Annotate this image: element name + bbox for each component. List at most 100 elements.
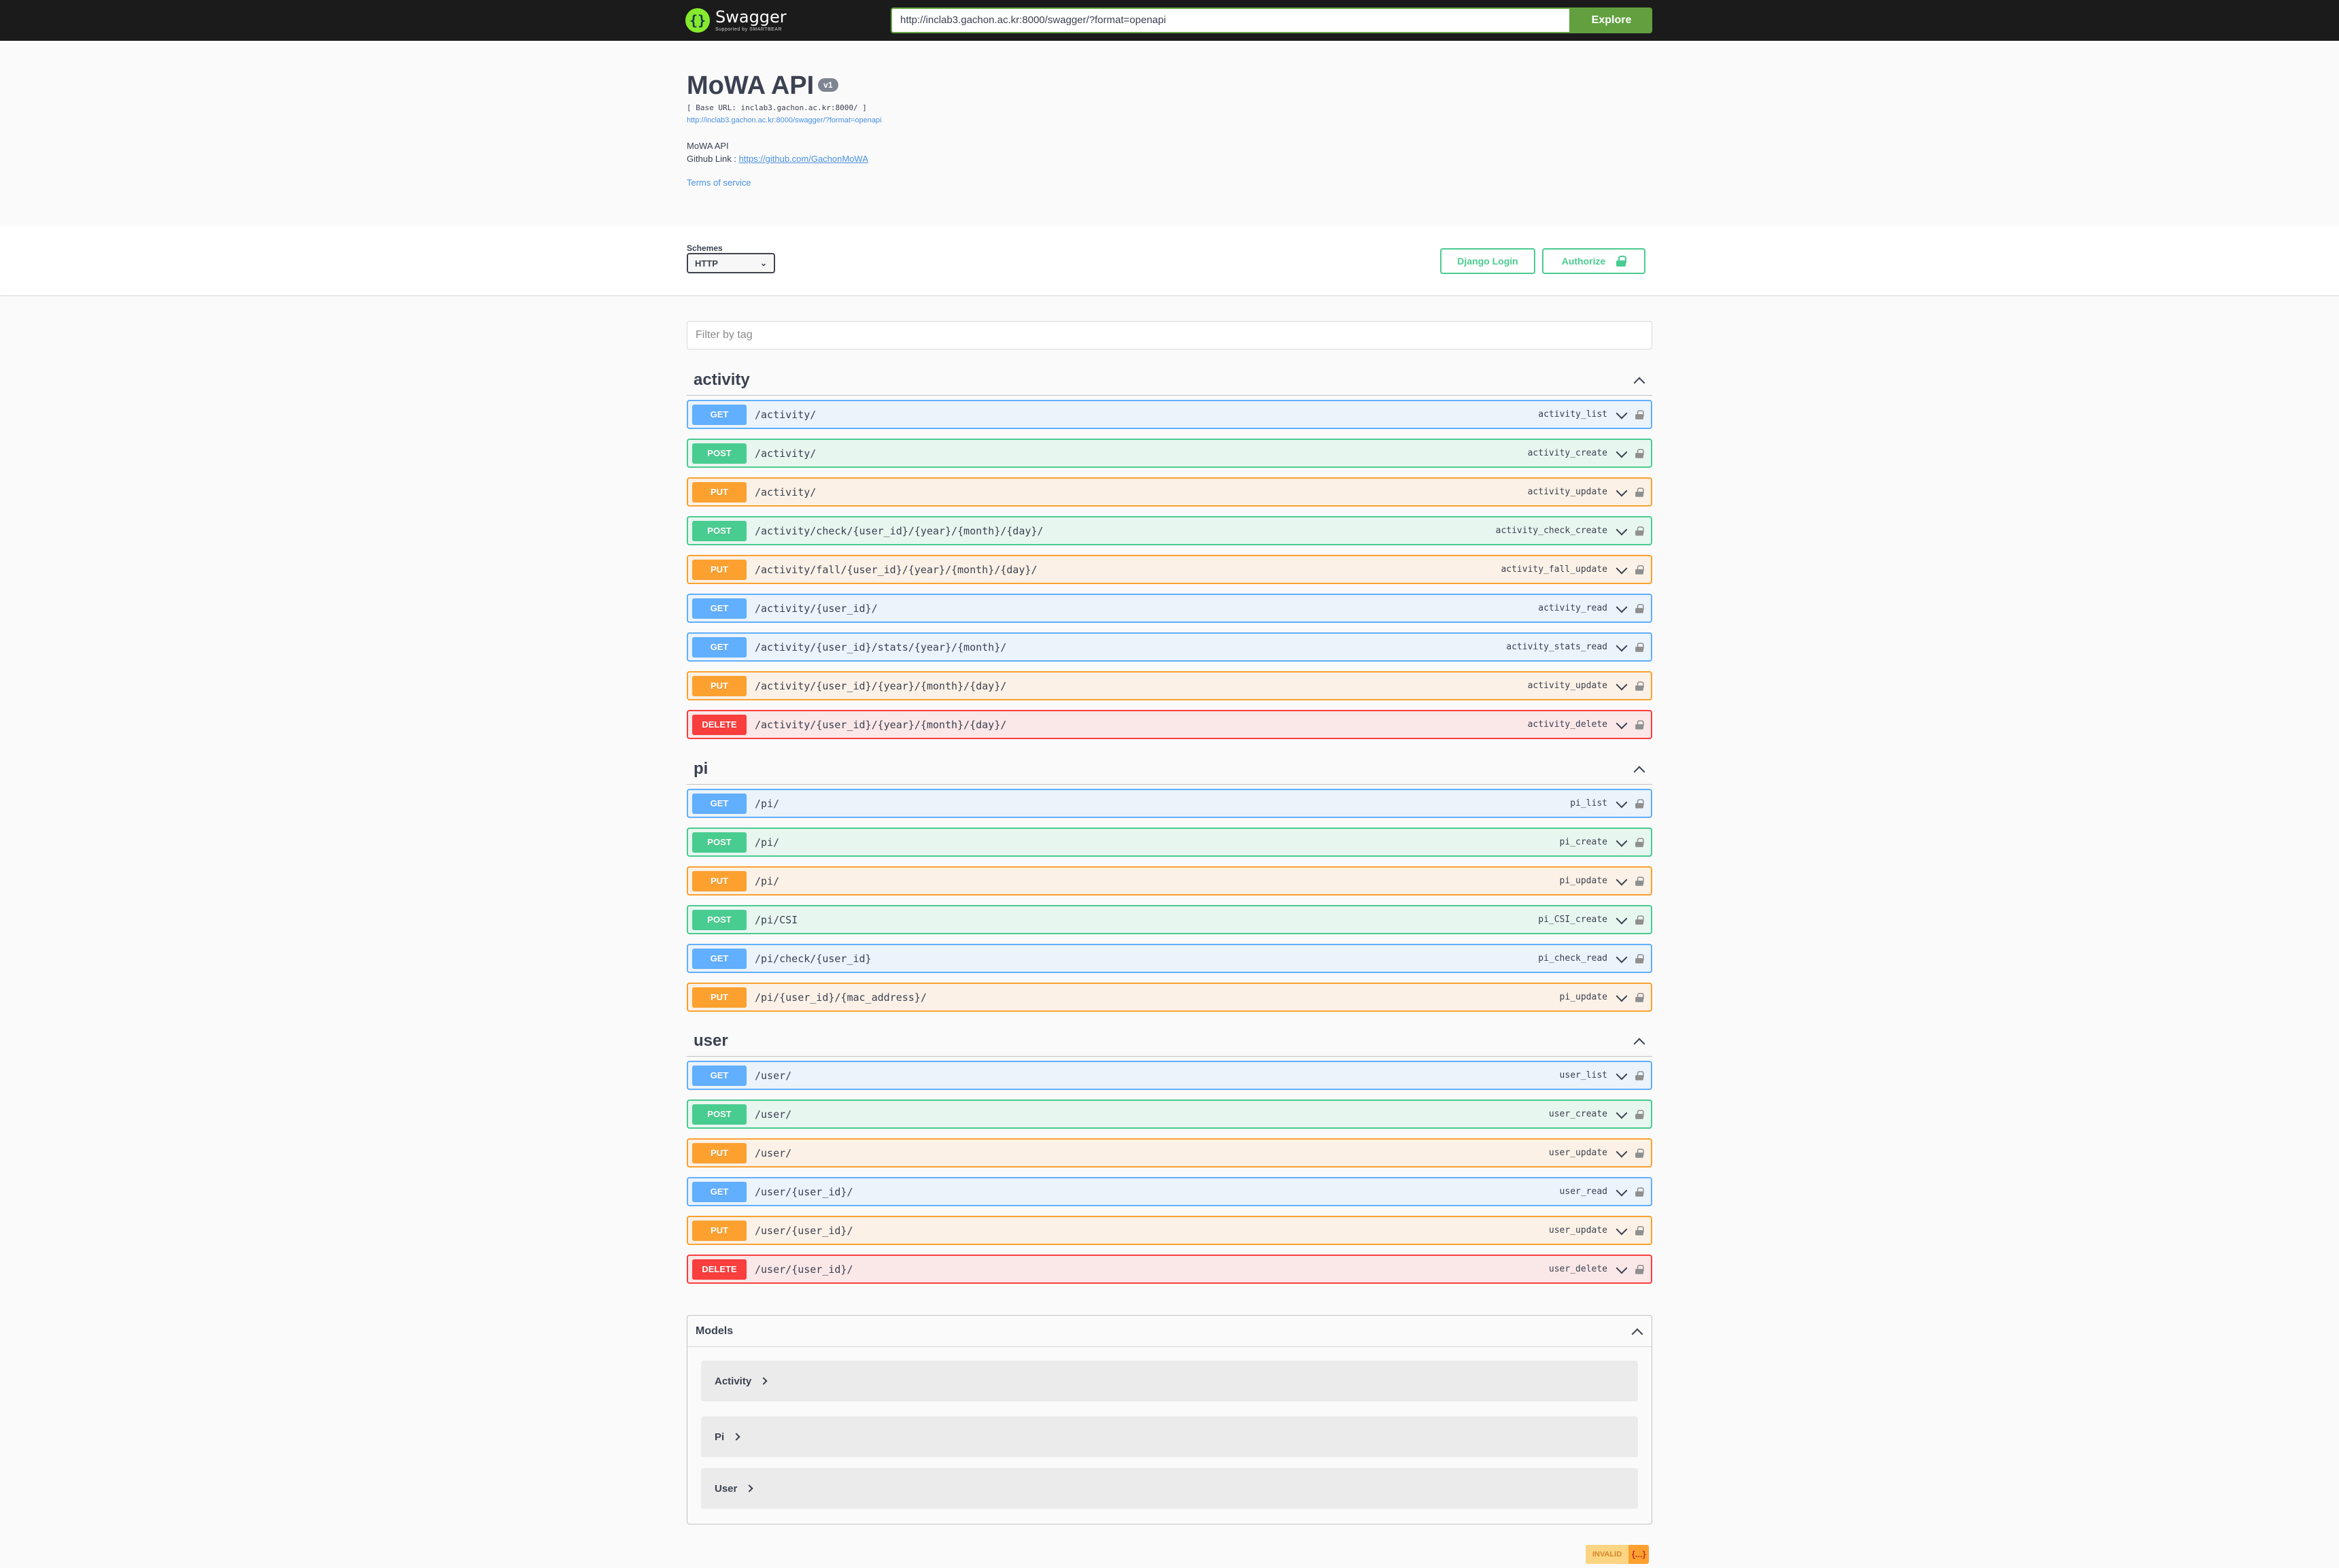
- chevron-down-icon[interactable]: [1614, 524, 1628, 538]
- operation-path: /activity/fall/{user_id}/{year}/{month}/…: [755, 563, 1038, 576]
- model-pi[interactable]: Pi: [701, 1416, 1638, 1457]
- lock-icon[interactable]: [1635, 1070, 1644, 1080]
- lock-icon[interactable]: [1635, 992, 1644, 1002]
- operation-id: activity_create: [1527, 448, 1607, 458]
- chevron-down-icon[interactable]: [1614, 447, 1628, 460]
- chevron-down-icon[interactable]: [1614, 1185, 1628, 1199]
- chevron-down-icon[interactable]: [1614, 1224, 1628, 1238]
- operation-row[interactable]: PUT/user/user_update: [687, 1138, 1652, 1168]
- operation-row[interactable]: GET/pi/pi_list: [687, 789, 1652, 818]
- chevron-down-icon[interactable]: [1614, 913, 1628, 927]
- operation-row[interactable]: POST/user/user_create: [687, 1100, 1652, 1129]
- operation-row[interactable]: PUT/activity/{user_id}/{year}/{month}/{d…: [687, 671, 1652, 700]
- lock-icon[interactable]: [1635, 915, 1644, 925]
- chevron-down-icon[interactable]: [1614, 602, 1628, 615]
- lock-icon[interactable]: [1635, 798, 1644, 808]
- chevron-down-icon[interactable]: [1614, 679, 1628, 693]
- chevron-down-icon[interactable]: [1614, 1263, 1628, 1276]
- spec-link[interactable]: http://inclab3.gachon.ac.kr:8000/swagger…: [687, 116, 1652, 124]
- operation-row[interactable]: PUT/pi/pi_update: [687, 866, 1652, 896]
- lock-icon[interactable]: [1635, 1148, 1644, 1158]
- schemes-select[interactable]: HTTP ⌄: [687, 253, 775, 273]
- schemes-selected: HTTP: [695, 258, 718, 269]
- lock-icon[interactable]: [1635, 681, 1644, 691]
- authorize-button[interactable]: Authorize: [1542, 248, 1645, 274]
- operation-row[interactable]: POST/activity/activity_create: [687, 439, 1652, 468]
- chevron-down-icon[interactable]: [1614, 952, 1628, 966]
- chevron-up-icon[interactable]: [1630, 1325, 1643, 1338]
- lock-icon[interactable]: [1635, 1109, 1644, 1119]
- http-method-badge: PUT: [692, 870, 747, 891]
- model-user[interactable]: User: [701, 1468, 1638, 1509]
- operation-id: pi_update: [1559, 876, 1607, 886]
- operation-row[interactable]: GET/activity/activity_list: [687, 400, 1652, 429]
- chevron-down-icon[interactable]: [1614, 1069, 1628, 1083]
- validator-badge[interactable]: INVALID {...}: [1586, 1545, 1650, 1564]
- operation-row[interactable]: DELETE/activity/{user_id}/{year}/{month}…: [687, 710, 1652, 739]
- swagger-logo[interactable]: {} Swagger Supported by SMARTBEAR: [685, 5, 787, 35]
- django-login-button[interactable]: Django Login: [1440, 248, 1535, 274]
- lock-icon[interactable]: [1635, 876, 1644, 886]
- operation-id: user_delete: [1548, 1264, 1607, 1274]
- operation-path: /pi/: [755, 797, 780, 810]
- models-header[interactable]: Models: [687, 1316, 1652, 1347]
- lock-icon[interactable]: [1635, 526, 1644, 536]
- explore-button[interactable]: Explore: [1571, 7, 1652, 33]
- swagger-logo-icon: {}: [685, 8, 710, 33]
- operation-row[interactable]: DELETE/user/{user_id}/ user_delete: [687, 1255, 1652, 1284]
- operation-row[interactable]: GET/pi/check/{user_id} pi_check_read: [687, 944, 1652, 973]
- lock-icon[interactable]: [1635, 564, 1644, 575]
- chevron-down-icon[interactable]: [1614, 874, 1628, 888]
- lock-icon[interactable]: [1635, 1187, 1644, 1197]
- lock-icon[interactable]: [1635, 487, 1644, 497]
- operation-row[interactable]: PUT/pi/{user_id}/{mac_address}/ pi_update: [687, 983, 1652, 1012]
- lock-icon[interactable]: [1635, 603, 1644, 613]
- lock-icon[interactable]: [1635, 1264, 1644, 1274]
- lock-icon[interactable]: [1635, 837, 1644, 847]
- chevron-down-icon[interactable]: [1614, 485, 1628, 499]
- operation-path: /activity/{user_id}/{year}/{month}/{day}…: [755, 679, 1007, 692]
- operation-path: /pi/: [755, 836, 780, 849]
- operation-row[interactable]: PUT/user/{user_id}/ user_update: [687, 1216, 1652, 1245]
- lock-icon[interactable]: [1635, 642, 1644, 652]
- tag-header[interactable]: user: [687, 1025, 1652, 1057]
- chevron-up-icon[interactable]: [1632, 1034, 1645, 1048]
- tag-section-user: user GET/user/user_list POST/user/user_cre…: [687, 1025, 1652, 1293]
- spec-url-input[interactable]: http://inclab3.gachon.ac.kr:8000/swagger…: [891, 7, 1571, 33]
- github-link[interactable]: https://github.com/GachonMoWA: [739, 154, 868, 164]
- lock-icon[interactable]: [1635, 448, 1644, 458]
- operation-path: /activity/: [755, 447, 817, 460]
- chevron-down-icon[interactable]: [1614, 1108, 1628, 1121]
- filter-by-tag-input[interactable]: Filter by tag: [687, 321, 1652, 350]
- chevron-down-icon[interactable]: [1614, 718, 1628, 732]
- chevron-up-icon[interactable]: [1632, 762, 1645, 776]
- chevron-down-icon[interactable]: [1614, 563, 1628, 577]
- operation-row[interactable]: PUT/activity/activity_update: [687, 477, 1652, 507]
- operation-id: user_read: [1559, 1187, 1607, 1197]
- operation-id: user_update: [1548, 1148, 1607, 1158]
- lock-icon[interactable]: [1635, 719, 1644, 730]
- chevron-down-icon[interactable]: [1614, 1146, 1628, 1160]
- chevron-down-icon[interactable]: [1614, 641, 1628, 654]
- chevron-down-icon[interactable]: [1614, 797, 1628, 811]
- api-info: MoWA API v1 [ Base URL: inclab3.gachon.a…: [687, 71, 1652, 188]
- lock-icon[interactable]: [1635, 953, 1644, 964]
- chevron-down-icon[interactable]: [1614, 836, 1628, 849]
- lock-icon[interactable]: [1635, 409, 1644, 420]
- operation-row[interactable]: POST/pi/pi_create: [687, 828, 1652, 857]
- operation-row[interactable]: GET/activity/{user_id}/ activity_read: [687, 594, 1652, 623]
- model-activity[interactable]: Activity: [701, 1361, 1638, 1401]
- tag-header[interactable]: activity: [687, 364, 1652, 396]
- tag-header[interactable]: pi: [687, 753, 1652, 785]
- operation-row[interactable]: GET/user/user_list: [687, 1061, 1652, 1090]
- terms-of-service-link[interactable]: Terms of service: [687, 177, 1652, 188]
- operation-row[interactable]: POST/pi/CSI pi_CSI_create: [687, 905, 1652, 934]
- operation-row[interactable]: POST/activity/check/{user_id}/{year}/{mo…: [687, 516, 1652, 545]
- operation-row[interactable]: GET/user/{user_id}/ user_read: [687, 1177, 1652, 1206]
- operation-row[interactable]: PUT/activity/fall/{user_id}/{year}/{mont…: [687, 555, 1652, 584]
- lock-icon[interactable]: [1635, 1225, 1644, 1235]
- chevron-up-icon[interactable]: [1632, 373, 1645, 387]
- chevron-down-icon[interactable]: [1614, 408, 1628, 422]
- chevron-down-icon[interactable]: [1614, 991, 1628, 1004]
- operation-row[interactable]: GET/activity/{user_id}/stats/{year}/{mon…: [687, 632, 1652, 662]
